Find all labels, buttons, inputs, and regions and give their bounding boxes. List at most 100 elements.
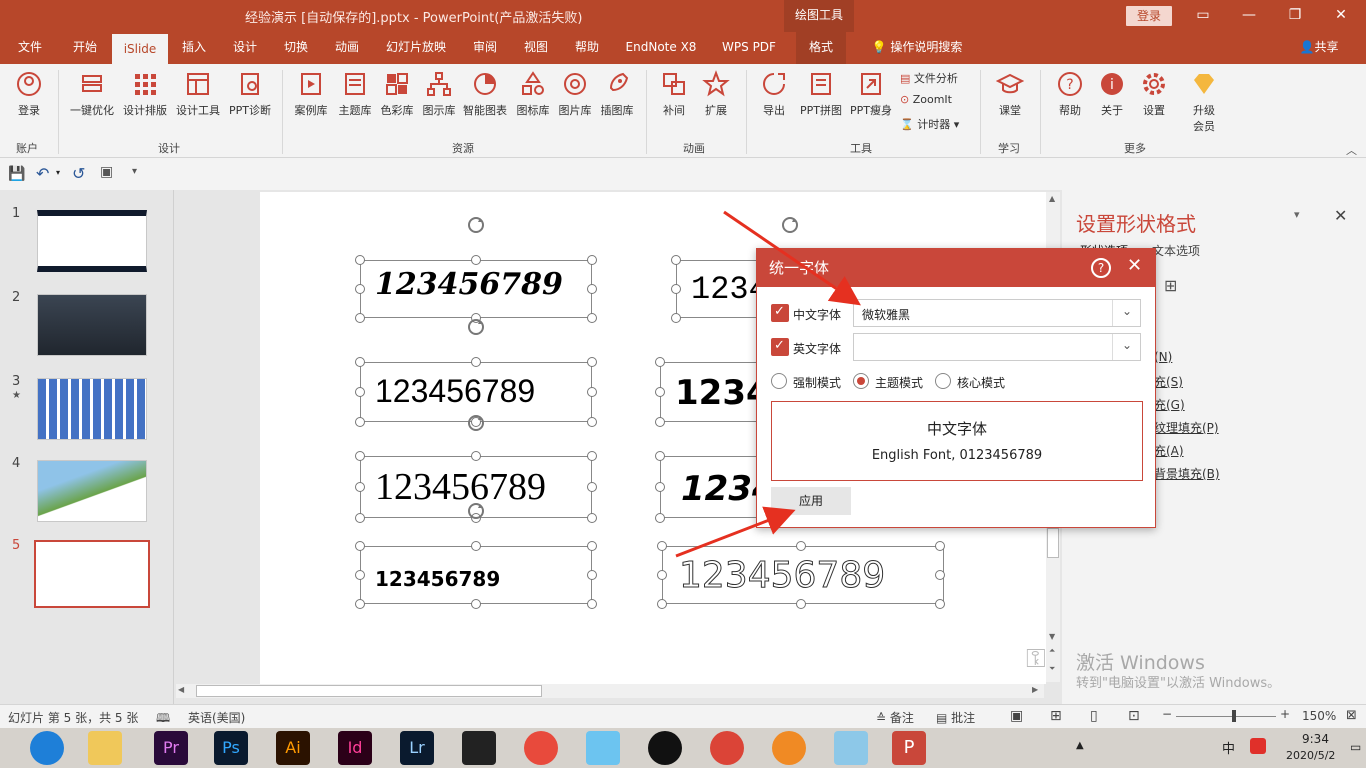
save-icon[interactable]: 💾	[8, 166, 25, 182]
about-button[interactable]: i 关于	[1092, 70, 1132, 118]
chrome-icon[interactable]	[710, 731, 744, 765]
color-library-button[interactable]: 色彩库	[376, 70, 418, 118]
customize-qat-icon[interactable]: ▾	[132, 166, 137, 177]
en-font-select[interactable]: ⌄	[853, 333, 1141, 361]
premiere-icon[interactable]: Pr	[154, 731, 188, 765]
fill-option[interactable]: 背景填充(B)	[1154, 465, 1220, 482]
spellcheck-icon[interactable]: 🕮	[156, 709, 170, 730]
chevron-down-icon[interactable]: ⌄	[1112, 334, 1140, 360]
tab-insert[interactable]: 插入	[172, 32, 216, 64]
notes-app-icon[interactable]	[834, 731, 868, 765]
powerpoint-icon[interactable]: P	[892, 731, 926, 765]
tab-help[interactable]: 帮助	[566, 32, 608, 64]
apply-button[interactable]: 应用	[771, 487, 851, 515]
extend-button[interactable]: 扩展	[698, 70, 734, 118]
cn-font-checkbox[interactable]: ✓	[771, 304, 789, 322]
rotate-handle-icon[interactable]	[467, 216, 485, 234]
app-icon[interactable]	[772, 731, 806, 765]
tab-home[interactable]: 开始	[62, 32, 108, 64]
minimize-button[interactable]: —	[1226, 0, 1272, 32]
rotate-handle-icon[interactable]	[467, 502, 485, 520]
force-mode-radio[interactable]	[771, 373, 787, 389]
fill-option[interactable]: 充(A)	[1154, 442, 1184, 459]
horizontal-scrollbar[interactable]: ◀ ▶	[176, 684, 1044, 698]
login-ribbon-button[interactable]: 登录	[10, 70, 48, 118]
lightroom-icon[interactable]: Lr	[400, 731, 434, 765]
pane-options-icon[interactable]: ▾	[1294, 208, 1300, 221]
share-button[interactable]: 👤共享	[1294, 32, 1344, 64]
tab-slideshow[interactable]: 幻灯片放映	[376, 32, 456, 64]
assistant-icon[interactable]	[586, 731, 620, 765]
slide-thumb-5[interactable]	[34, 540, 150, 608]
fill-option[interactable]: 充(S)	[1154, 373, 1183, 390]
ribbon-display-icon[interactable]: ▭	[1180, 0, 1226, 32]
diagram-library-button[interactable]: 图示库	[418, 70, 460, 118]
smart-chart-button[interactable]: 智能图表	[460, 70, 510, 118]
app-icon[interactable]	[524, 731, 558, 765]
normal-view-icon[interactable]: ▣	[1010, 708, 1023, 724]
zoom-slider[interactable]	[1176, 716, 1276, 717]
en-font-checkbox[interactable]: ✓	[771, 338, 789, 356]
clock-date[interactable]: 2020/5/2	[1286, 749, 1335, 762]
tab-animations[interactable]: 动画	[326, 32, 368, 64]
help-ribbon-button[interactable]: ? 帮助	[1050, 70, 1090, 118]
upgrade-member-button[interactable]: 升级会员	[1184, 70, 1224, 134]
chevron-down-icon[interactable]: ⌄	[1112, 300, 1140, 326]
tab-islide[interactable]: iSlide	[112, 34, 168, 64]
video-editor-icon[interactable]	[462, 731, 496, 765]
slide-thumb-2[interactable]	[37, 294, 147, 356]
pane-close-icon[interactable]: ✕	[1334, 206, 1347, 225]
one-click-optimize-button[interactable]: 一键优化	[66, 70, 118, 118]
illustrator-icon[interactable]: Ai	[276, 731, 310, 765]
file-analysis-button[interactable]: ▤ 文件分析	[900, 70, 958, 86]
export-button[interactable]: 导出	[756, 70, 792, 118]
rotate-handle-icon[interactable]	[467, 414, 485, 432]
collapse-ribbon-icon[interactable]: ︿	[1346, 142, 1357, 158]
login-button[interactable]: 登录	[1126, 6, 1172, 26]
zoom-in-icon[interactable]: +	[1280, 707, 1290, 721]
ime-indicator[interactable]: 中	[1222, 738, 1235, 757]
tab-view[interactable]: 视图	[514, 32, 558, 64]
notes-button[interactable]: ≙ 备注	[876, 709, 914, 726]
tab-design[interactable]: 设计	[224, 32, 266, 64]
help-icon[interactable]: ?	[1091, 258, 1111, 278]
tab-review[interactable]: 审阅	[464, 32, 506, 64]
maximize-button[interactable]: ❐	[1272, 0, 1318, 32]
presentation-icon[interactable]: ▣	[100, 164, 113, 180]
image-library-button[interactable]: 图片库	[554, 70, 596, 118]
indesign-icon[interactable]: Id	[338, 731, 372, 765]
fill-option[interactable]: 纹理填充(P)	[1154, 419, 1219, 436]
undo-dropdown-icon[interactable]: ▾	[56, 168, 60, 177]
case-library-button[interactable]: 案例库	[290, 70, 332, 118]
ppt-diagnose-button[interactable]: PPT诊断	[226, 70, 274, 118]
text-box[interactable]: 123456789	[360, 362, 592, 422]
zoom-level[interactable]: 150%	[1302, 709, 1336, 723]
comments-button[interactable]: ▤ 批注	[936, 709, 975, 726]
tab-transitions[interactable]: 切换	[274, 32, 318, 64]
redo-icon[interactable]: ↺	[72, 164, 85, 183]
zoom-slider-thumb[interactable]	[1232, 710, 1236, 722]
ppt-slim-button[interactable]: PPT瘦身	[846, 70, 896, 118]
cn-font-select[interactable]: 微软雅黑 ⌄	[853, 299, 1141, 327]
tab-file[interactable]: 文件	[8, 32, 52, 64]
slideshow-icon[interactable]: ⊡	[1128, 708, 1140, 724]
core-mode-radio[interactable]	[935, 373, 951, 389]
illustration-library-button[interactable]: 插图库	[596, 70, 638, 118]
tab-format[interactable]: 格式	[796, 32, 846, 64]
tab-text-options[interactable]: 文本选项	[1152, 242, 1200, 259]
ppt-collage-button[interactable]: PPT拼图	[796, 70, 846, 118]
sogou-icon[interactable]	[1250, 738, 1266, 754]
browser-icon[interactable]	[30, 731, 64, 765]
icon-library-button[interactable]: 图标库	[512, 70, 554, 118]
design-layout-button[interactable]: 设计排版	[120, 70, 170, 118]
theme-mode-radio[interactable]	[853, 373, 869, 389]
classroom-button[interactable]: 课堂	[990, 70, 1030, 118]
dialog-close-icon[interactable]: ✕	[1127, 255, 1142, 276]
clock-time[interactable]: 9:34	[1302, 732, 1329, 746]
rotate-handle-icon[interactable]	[781, 216, 799, 234]
rotate-handle-icon[interactable]	[467, 318, 485, 336]
text-box[interactable]: 123456789	[360, 546, 592, 604]
zoom-out-icon[interactable]: −	[1162, 707, 1172, 721]
tween-button[interactable]: 补间	[656, 70, 692, 118]
photoshop-icon[interactable]: Ps	[214, 731, 248, 765]
